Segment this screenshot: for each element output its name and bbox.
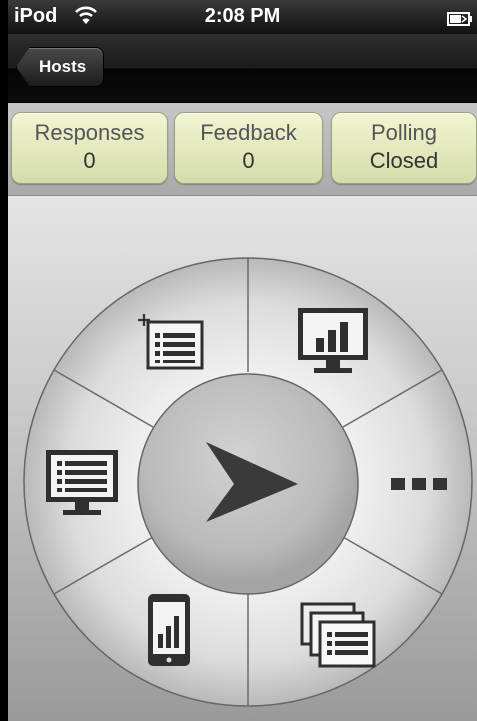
phone-bar-chart-icon (148, 594, 190, 666)
feedback-counter[interactable]: Feedback 0 (174, 112, 323, 184)
polling-label: Polling (370, 120, 438, 145)
center-play-button[interactable] (137, 373, 359, 595)
feedback-label: Feedback (200, 120, 297, 145)
responses-counter[interactable]: Responses 0 (11, 112, 168, 184)
app-frame: iPod 2:08 PM Hosts Responses 0 Feedback … (8, 0, 477, 721)
responses-label: Responses (34, 120, 145, 145)
more-dots-icon (391, 478, 447, 490)
control-wheel (23, 257, 473, 707)
feedback-value: 0 (242, 148, 255, 173)
status-bar: iPod 2:08 PM (8, 0, 477, 34)
polling-value: Closed (369, 148, 439, 173)
battery-icon (447, 9, 473, 32)
clock: 2:08 PM (204, 5, 281, 27)
control-wheel-area (8, 196, 477, 721)
polling-status[interactable]: Polling Closed (331, 112, 477, 184)
stats-strip: Responses 0 Feedback 0 Polling Closed (8, 103, 477, 196)
navigation-bar: Hosts (8, 34, 477, 103)
back-button-hosts[interactable]: Hosts (16, 47, 104, 87)
responses-value: 0 (83, 148, 96, 173)
add-list-icon (138, 314, 204, 370)
